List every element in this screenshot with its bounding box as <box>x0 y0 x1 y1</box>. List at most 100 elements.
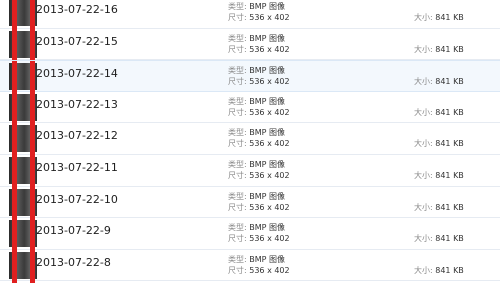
dims-label: 尺寸: <box>228 265 250 275</box>
file-dimensions: 尺寸: 536 x 402 <box>228 171 290 181</box>
file-name: 2013-07-22-8 <box>36 255 111 269</box>
file-row[interactable]: 2013-07-22-11 类型: BMP 图像 尺寸: 536 x 402 大… <box>0 154 500 188</box>
bmp-thumbnail-icon <box>9 218 37 252</box>
file-name: 2013-07-22-9 <box>36 224 111 238</box>
size-label: 大小: <box>414 77 436 87</box>
type-value: BMP 图像 <box>249 254 286 264</box>
file-type: 类型: BMP 图像 <box>228 34 285 44</box>
dims-value: 536 x 402 <box>249 44 290 54</box>
dims-label: 尺寸: <box>228 44 250 54</box>
bmp-thumbnail-icon <box>9 0 37 30</box>
file-size: 大小: 841 KB <box>414 234 464 244</box>
bmp-thumbnail-icon <box>9 154 37 188</box>
file-size: 大小: 841 KB <box>414 13 464 23</box>
bmp-thumbnail-icon <box>9 28 37 62</box>
size-value: 841 KB <box>435 77 464 87</box>
size-value: 841 KB <box>435 139 464 149</box>
dims-label: 尺寸: <box>228 234 250 244</box>
size-label: 大小: <box>414 107 436 117</box>
dims-value: 536 x 402 <box>249 265 290 275</box>
dims-value: 536 x 402 <box>249 77 290 87</box>
size-label: 大小: <box>414 234 436 244</box>
size-label: 大小: <box>414 170 436 180</box>
file-row[interactable]: 2013-07-22-15 类型: BMP 图像 尺寸: 536 x 402 大… <box>0 28 500 62</box>
file-name: 2013-07-22-16 <box>36 3 118 16</box>
size-value: 841 KB <box>435 234 464 244</box>
dims-label: 尺寸: <box>228 107 250 117</box>
type-value: BMP 图像 <box>249 2 286 11</box>
bmp-thumbnail-icon <box>9 186 37 220</box>
type-label: 类型: <box>228 223 250 233</box>
file-dimensions: 尺寸: 536 x 402 <box>228 203 290 213</box>
dims-value: 536 x 402 <box>249 202 290 212</box>
type-value: BMP 图像 <box>249 191 286 201</box>
file-size: 大小: 841 KB <box>414 77 464 87</box>
type-value: BMP 图像 <box>249 128 286 138</box>
file-type: 类型: BMP 图像 <box>228 255 285 265</box>
type-value: BMP 图像 <box>249 66 286 76</box>
file-name: 2013-07-22-14 <box>36 67 118 81</box>
file-name: 2013-07-22-13 <box>36 97 118 111</box>
type-label: 类型: <box>228 128 250 138</box>
file-size: 大小: 841 KB <box>414 45 464 55</box>
file-dimensions: 尺寸: 536 x 402 <box>228 13 290 23</box>
type-label: 类型: <box>228 2 250 11</box>
type-label: 类型: <box>228 191 250 201</box>
type-label: 类型: <box>228 96 250 106</box>
bmp-thumbnail-icon <box>9 91 37 125</box>
type-label: 类型: <box>228 254 250 264</box>
dims-value: 536 x 402 <box>249 13 290 22</box>
size-value: 841 KB <box>435 265 464 275</box>
type-label: 类型: <box>228 66 250 76</box>
file-type: 类型: BMP 图像 <box>228 192 285 202</box>
type-value: BMP 图像 <box>249 96 286 106</box>
size-value: 841 KB <box>435 13 464 22</box>
dims-value: 536 x 402 <box>249 234 290 244</box>
file-row[interactable]: 2013-07-22-10 类型: BMP 图像 尺寸: 536 x 402 大… <box>0 186 500 220</box>
dims-label: 尺寸: <box>228 139 250 149</box>
file-row[interactable]: 2013-07-22-12 类型: BMP 图像 尺寸: 536 x 402 大… <box>0 123 500 157</box>
size-value: 841 KB <box>435 44 464 54</box>
file-size: 大小: 841 KB <box>414 203 464 213</box>
dims-label: 尺寸: <box>228 13 250 22</box>
file-size: 大小: 841 KB <box>414 108 464 118</box>
file-row[interactable]: 2013-07-22-13 类型: BMP 图像 尺寸: 536 x 402 大… <box>0 91 500 125</box>
dims-label: 尺寸: <box>228 202 250 212</box>
size-value: 841 KB <box>435 107 464 117</box>
dims-value: 536 x 402 <box>249 107 290 117</box>
file-name: 2013-07-22-10 <box>36 192 118 206</box>
dims-label: 尺寸: <box>228 77 250 87</box>
bmp-thumbnail-icon <box>9 123 37 157</box>
file-type: 类型: BMP 图像 <box>228 160 285 170</box>
file-list: 2013-07-22-16 类型: BMP 图像 尺寸: 536 x 402 大… <box>0 0 500 283</box>
file-size: 大小: 841 KB <box>414 139 464 149</box>
file-size: 大小: 841 KB <box>414 266 464 276</box>
file-row[interactable]: 2013-07-22-16 类型: BMP 图像 尺寸: 536 x 402 大… <box>0 0 500 30</box>
file-row[interactable]: 2013-07-22-9 类型: BMP 图像 尺寸: 536 x 402 大小… <box>0 218 500 252</box>
file-dimensions: 尺寸: 536 x 402 <box>228 108 290 118</box>
file-type: 类型: BMP 图像 <box>228 2 285 12</box>
file-name: 2013-07-22-11 <box>36 160 118 174</box>
file-size: 大小: 841 KB <box>414 171 464 181</box>
size-label: 大小: <box>414 139 436 149</box>
type-value: BMP 图像 <box>249 223 286 233</box>
type-value: BMP 图像 <box>249 159 286 169</box>
file-type: 类型: BMP 图像 <box>228 128 285 138</box>
file-row-selected[interactable]: 2013-07-22-14 类型: BMP 图像 尺寸: 536 x 402 大… <box>0 60 500 95</box>
file-type: 类型: BMP 图像 <box>228 97 285 107</box>
file-dimensions: 尺寸: 536 x 402 <box>228 77 290 87</box>
dims-value: 536 x 402 <box>249 139 290 149</box>
size-label: 大小: <box>414 13 436 22</box>
dims-value: 536 x 402 <box>249 170 290 180</box>
size-value: 841 KB <box>435 202 464 212</box>
file-row[interactable]: 2013-07-22-8 类型: BMP 图像 尺寸: 536 x 402 大小… <box>0 249 500 283</box>
type-label: 类型: <box>228 159 250 169</box>
size-value: 841 KB <box>435 170 464 180</box>
type-label: 类型: <box>228 33 250 43</box>
file-type: 类型: BMP 图像 <box>228 223 285 233</box>
size-label: 大小: <box>414 44 436 54</box>
type-value: BMP 图像 <box>249 33 286 43</box>
dims-label: 尺寸: <box>228 170 250 180</box>
bmp-thumbnail-icon <box>9 61 37 95</box>
bmp-thumbnail-icon <box>9 249 37 283</box>
